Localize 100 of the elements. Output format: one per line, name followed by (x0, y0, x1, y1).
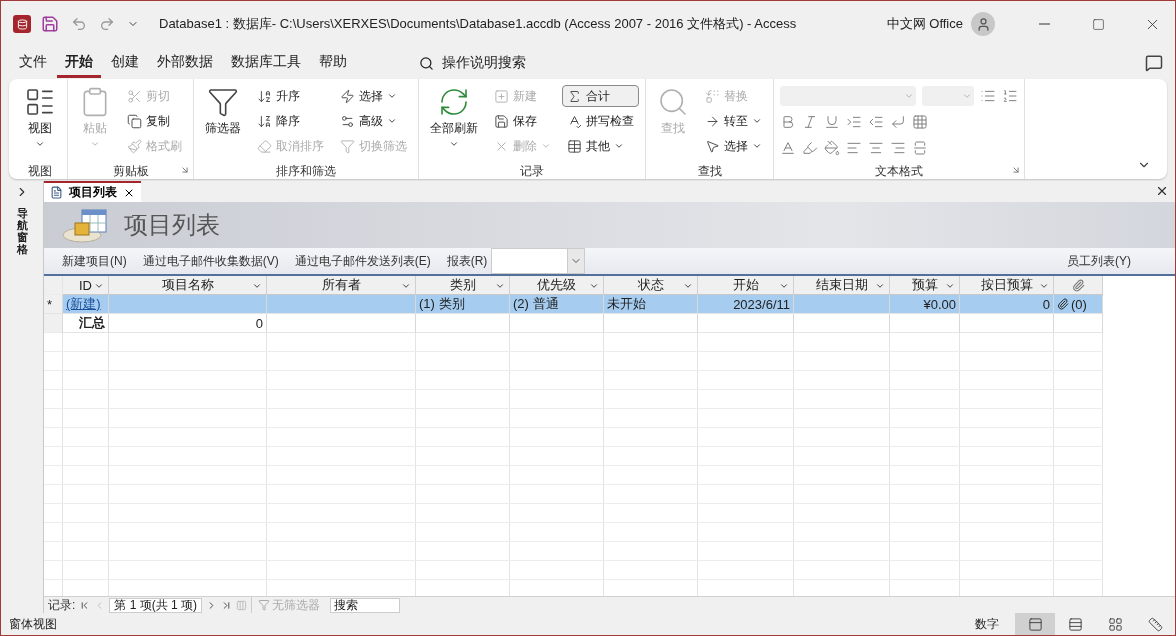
column-header[interactable]: 项目名称 (109, 276, 267, 295)
ribbon-button[interactable]: 视图 (19, 83, 61, 163)
ribbon-button[interactable]: 其他 (562, 135, 639, 157)
filter-icon (258, 599, 271, 611)
ribbon-button[interactable]: 降序 (252, 110, 329, 132)
ribbon-button[interactable]: 高级 (335, 110, 412, 132)
close-button[interactable] (1155, 184, 1169, 198)
align-right-icon[interactable] (890, 140, 906, 156)
caret-icon (779, 281, 789, 291)
caret-icon (962, 91, 972, 101)
column-header[interactable] (1054, 276, 1103, 295)
numbering-icon[interactable] (1002, 88, 1018, 104)
align-center-icon[interactable] (868, 140, 884, 156)
caret-icon (683, 281, 693, 291)
document-tab[interactable]: 项目列表 (44, 181, 141, 202)
ribbon-button[interactable]: 全部刷新 (425, 83, 483, 163)
table-icon (567, 138, 582, 154)
caret-icon (252, 281, 262, 291)
highlighter-icon[interactable] (802, 140, 818, 156)
group-label: 视图 (28, 163, 52, 179)
record-label: 记录: (48, 596, 76, 614)
column-header[interactable]: 状态 (604, 276, 698, 295)
form-link[interactable]: 通过电子邮件收集数据(V) (142, 252, 279, 270)
lightning-icon (340, 88, 355, 104)
column-header[interactable]: 开始 (698, 276, 794, 295)
caret-icon (387, 91, 397, 101)
indent-icon[interactable] (846, 114, 862, 130)
ribbon-button[interactable]: 合计 (562, 85, 639, 107)
save-icon (494, 113, 509, 129)
menu-tab[interactable]: 帮助 (311, 48, 355, 78)
group-label: 查找 (697, 163, 722, 179)
view-button[interactable] (1015, 613, 1055, 635)
design-view-icon (1147, 616, 1163, 632)
column-header[interactable]: 优先级 (510, 276, 604, 295)
search-field[interactable]: 搜索 (330, 597, 401, 613)
close-icon (1155, 184, 1169, 198)
search-icon (657, 86, 689, 118)
column-header[interactable]: 类别 (416, 276, 510, 295)
filter-icon (340, 138, 355, 154)
launcher-icon[interactable] (1011, 165, 1021, 175)
layout-view-icon (1067, 616, 1083, 632)
pointer-icon (705, 138, 720, 154)
caret-icon (945, 281, 955, 291)
caret-icon (589, 281, 599, 291)
search-button[interactable]: 操作说明搜索 (413, 53, 532, 73)
row-marker[interactable]: * (44, 295, 63, 314)
group-label: 排序和筛选 (276, 163, 336, 179)
launcher-icon[interactable] (180, 165, 190, 175)
bold-icon[interactable] (780, 114, 796, 130)
form-link[interactable]: 新建项目(N) (62, 252, 127, 270)
font-color-icon[interactable] (780, 140, 796, 156)
column-header[interactable]: ID (63, 276, 109, 295)
gridlines-icon[interactable] (912, 114, 928, 130)
italic-icon[interactable] (802, 114, 818, 130)
ribbon-button[interactable]: 保存 (489, 110, 556, 132)
sort-descending-icon (257, 113, 272, 129)
menu-tab[interactable]: 外部数据 (149, 48, 221, 78)
avatar[interactable] (971, 12, 995, 36)
group-label: 文本格式 (875, 163, 923, 179)
eraser-icon (257, 138, 272, 154)
paintbrush-icon (127, 138, 142, 154)
column-header[interactable]: 按日预算 (960, 276, 1054, 295)
form-link[interactable]: 员工列表(Y) (1067, 252, 1131, 270)
bullets-icon[interactable] (980, 88, 996, 104)
column-header[interactable]: 预算 (890, 276, 960, 295)
ribbon-button[interactable]: 筛选器 (200, 83, 246, 163)
account-name: 中文网 Office (886, 15, 963, 33)
ribbon-button[interactable]: 拼写检查 (562, 110, 639, 132)
ribbon-button[interactable]: 选择 (700, 135, 767, 157)
ribbon-button[interactable]: 升序 (252, 85, 329, 107)
menu-tab[interactable]: 文件 (11, 48, 55, 78)
redo-icon (99, 16, 115, 32)
sigma-icon (567, 88, 582, 104)
maximize-icon (1091, 17, 1105, 31)
ribbon-button[interactable]: 复制 (122, 110, 187, 132)
report-label: 报表(R) (446, 252, 488, 270)
record-position-field[interactable]: 第 1 项(共 1 项) (109, 597, 203, 613)
group-label: 记录 (520, 163, 544, 179)
align-left-icon[interactable] (846, 140, 862, 156)
num-lock-indicator: 数字 (975, 615, 999, 633)
minimize-icon (1038, 23, 1050, 25)
form-link[interactable]: 通过电子邮件发送列表(E) (294, 252, 431, 270)
outdent-icon[interactable] (868, 114, 884, 130)
status-text: 窗体视图 (9, 615, 57, 633)
column-header[interactable]: 结束日期 (794, 276, 890, 295)
ribbon-button[interactable]: 转至 (700, 110, 767, 132)
ribbon-button[interactable]: 选择 (335, 85, 412, 107)
caret-icon (449, 139, 459, 149)
menu-tab[interactable]: 数据库工具 (223, 48, 309, 78)
table-row[interactable]: 汇总 0 (44, 314, 1103, 333)
scissors-icon (127, 88, 142, 104)
menu-tab[interactable]: 创建 (103, 48, 147, 78)
caret-icon (495, 281, 505, 291)
table-row[interactable]: * (新建) (1) 类别 (2) 普通 未开始 2023/6/11 ¥0.00 0 (0) (44, 295, 1103, 314)
report-combo[interactable] (491, 248, 586, 274)
caret-icon (1039, 281, 1049, 291)
underline-icon[interactable] (824, 114, 840, 130)
dropdown-button[interactable] (567, 249, 585, 273)
column-header[interactable]: 所有者 (267, 276, 416, 295)
fill-color-icon[interactable] (824, 140, 840, 156)
